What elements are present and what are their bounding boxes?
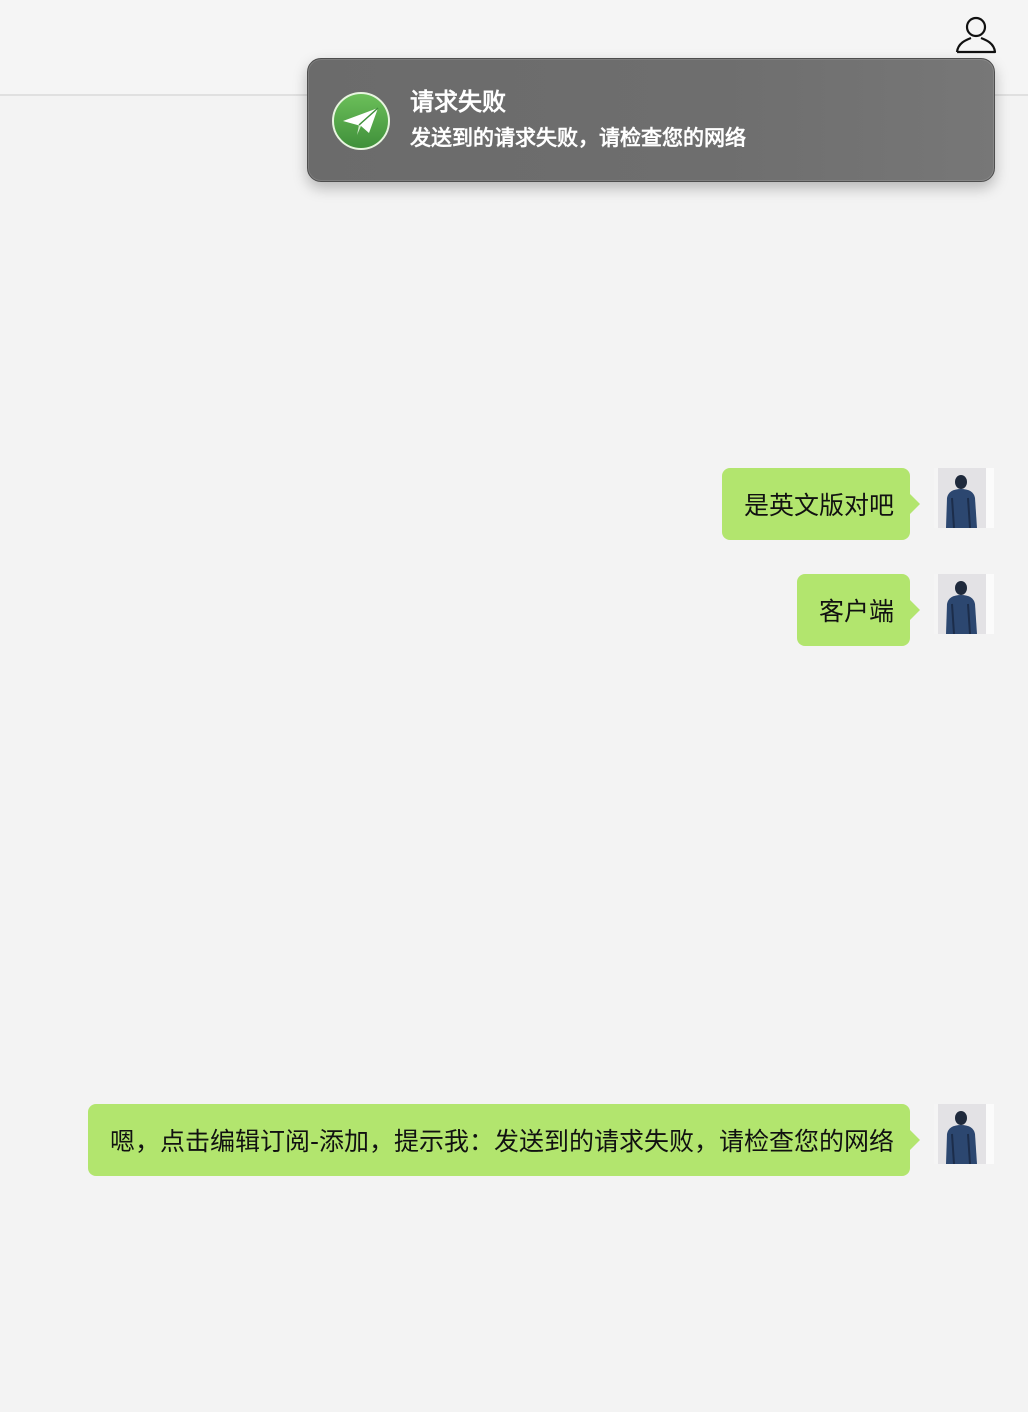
notification-message: 发送到的请求失败，请检查您的网络 bbox=[410, 126, 746, 150]
notification-title: 请求失败 bbox=[410, 88, 506, 116]
message-bubble[interactable]: 嗯，点击编辑订阅-添加，提示我：发送到的请求失败，请检查您的网络 bbox=[87, 1104, 921, 1176]
message-text: 客户端 bbox=[818, 597, 894, 626]
avatar[interactable] bbox=[934, 574, 994, 634]
message-bubble[interactable]: 客户端 bbox=[796, 574, 921, 646]
person-silhouette-icon bbox=[934, 468, 994, 528]
user-outline-icon bbox=[955, 16, 997, 54]
person-silhouette-icon bbox=[934, 574, 994, 634]
error-notification[interactable]: 请求失败 发送到的请求失败，请检查您的网络 bbox=[307, 58, 995, 182]
profile-button[interactable] bbox=[954, 14, 998, 56]
message-text: 是英文版对吧 bbox=[743, 491, 894, 520]
avatar[interactable] bbox=[934, 1104, 994, 1164]
paper-plane-icon bbox=[331, 91, 391, 151]
avatar[interactable] bbox=[934, 468, 994, 528]
person-silhouette-icon bbox=[934, 1104, 994, 1164]
message-text: 嗯，点击编辑订阅-添加，提示我：发送到的请求失败，请检查您的网络 bbox=[109, 1127, 894, 1156]
message-bubble[interactable]: 是英文版对吧 bbox=[721, 468, 921, 540]
